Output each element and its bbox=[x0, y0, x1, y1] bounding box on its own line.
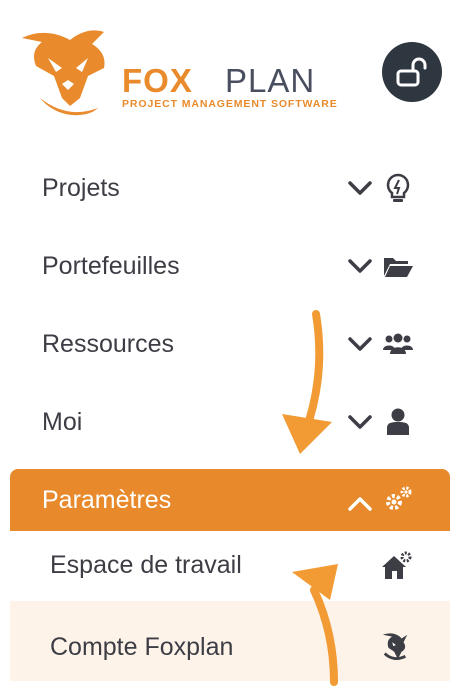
chevron-up-icon bbox=[348, 497, 372, 511]
submenu-item-label: Espace de travail bbox=[50, 551, 242, 579]
gears-icon bbox=[386, 486, 412, 510]
menu-item-label: Projets bbox=[42, 173, 120, 202]
menu-item-moi[interactable]: Moi bbox=[10, 391, 450, 453]
chevron-down-icon bbox=[348, 259, 372, 273]
menu-item-label: Moi bbox=[42, 407, 83, 436]
brand-name-plan: PLAN bbox=[225, 62, 316, 99]
brand-name-fox: FOX bbox=[122, 62, 193, 99]
menu-item-ressources[interactable]: Ressources bbox=[10, 313, 450, 375]
users-icon bbox=[383, 333, 413, 354]
menu-item-label: Ressources bbox=[42, 329, 174, 358]
unlock-icon bbox=[396, 57, 427, 87]
folder-open-icon bbox=[384, 258, 413, 277]
user-icon bbox=[387, 408, 409, 435]
lock-button[interactable] bbox=[382, 42, 442, 102]
menu-item-label: Portefeuilles bbox=[42, 251, 180, 280]
menu-item-portefeuilles[interactable]: Portefeuilles bbox=[10, 235, 450, 297]
submenu-item-espace-de-travail[interactable]: Espace de travail bbox=[10, 531, 450, 601]
submenu-item-label: Compte Foxplan bbox=[50, 633, 234, 661]
chevron-down-icon bbox=[348, 415, 372, 429]
menu-item-label: Paramètres bbox=[42, 485, 172, 514]
submenu-item-compte-foxplan[interactable]: Compte Foxplan bbox=[10, 601, 450, 681]
brand-tagline: PROJECT MANAGEMENT SOFTWARE bbox=[122, 98, 338, 110]
menu-item-projets[interactable]: Projets bbox=[10, 157, 450, 219]
header: FOX PLAN PROJECT MANAGEMENT SOFTWARE bbox=[0, 0, 466, 140]
chevron-down-icon bbox=[348, 181, 372, 195]
fox-head-icon bbox=[22, 30, 105, 116]
chevron-down-icon bbox=[348, 337, 372, 351]
house-gear-icon bbox=[382, 551, 412, 579]
foxplan-logo[interactable]: FOX PLAN PROJECT MANAGEMENT SOFTWARE bbox=[18, 28, 358, 120]
fox-logo-icon bbox=[382, 633, 408, 660]
menu-item-parametres[interactable]: Paramètres bbox=[10, 469, 450, 531]
lightbulb-icon bbox=[386, 173, 410, 202]
